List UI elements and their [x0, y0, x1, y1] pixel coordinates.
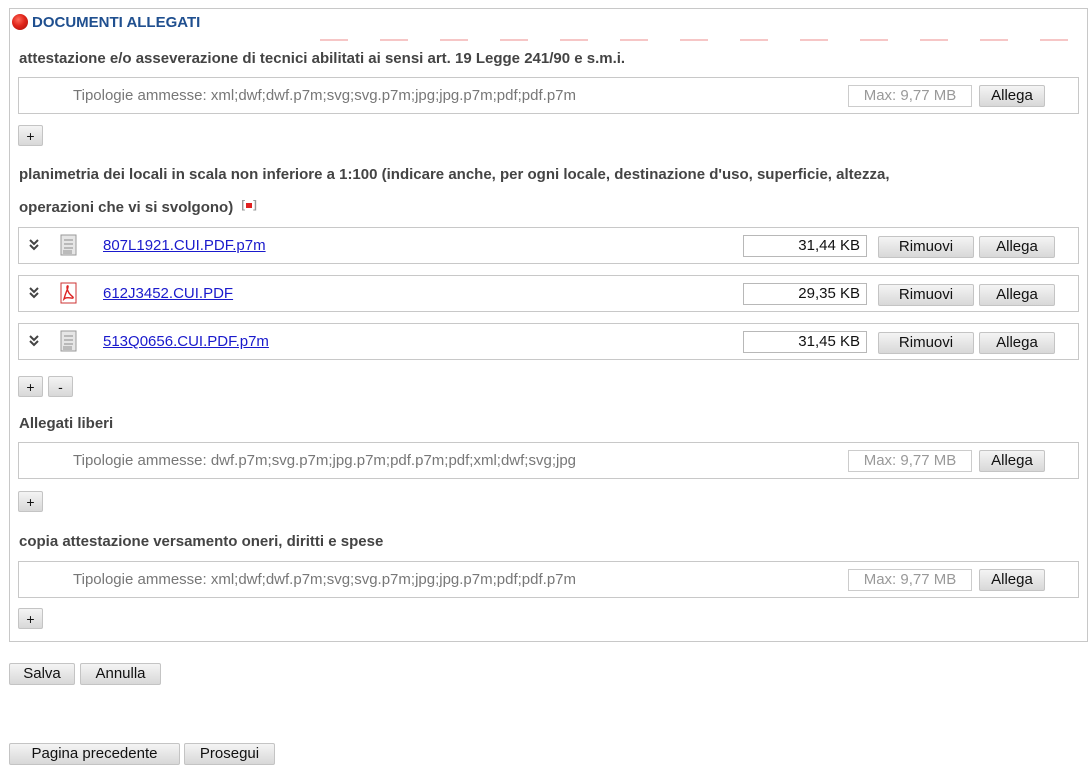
- file-size: 29,35 KB: [743, 283, 867, 305]
- attach-button[interactable]: Allega: [979, 85, 1045, 107]
- section-title-line2: operazioni che vi si svolgono): [19, 199, 234, 216]
- file-size: 31,44 KB: [743, 235, 867, 257]
- remove-row-button[interactable]: -: [48, 376, 73, 397]
- attach-button[interactable]: Allega: [979, 569, 1045, 591]
- previous-page-button[interactable]: Pagina precedente: [9, 743, 180, 765]
- signed-file-icon: [60, 234, 77, 256]
- add-row-button[interactable]: +: [18, 491, 43, 512]
- upload-row-versamento: Tipologie ammesse: xml;dwf;dwf.p7m;svg;s…: [18, 561, 1079, 598]
- section-title-versamento: copia attestazione versamento oneri, dir…: [19, 533, 384, 550]
- upload-row-allegati-liberi: Tipologie ammesse: dwf.p7m;svg.p7m;jpg.p…: [18, 442, 1079, 479]
- signed-file-icon: [60, 330, 77, 352]
- file-link[interactable]: 513Q0656.CUI.PDF.p7m: [103, 333, 269, 350]
- add-row-button[interactable]: +: [18, 125, 43, 146]
- pdf-file-icon: [60, 282, 77, 304]
- allowed-types: Tipologie ammesse: xml;dwf;dwf.p7m;svg;s…: [73, 87, 576, 104]
- file-row: 612J3452.CUI.PDF 29,35 KB Rimuovi Allega: [18, 275, 1079, 312]
- attach-button[interactable]: Allega: [979, 332, 1055, 354]
- red-status-dot-icon: [12, 14, 28, 30]
- add-row-button[interactable]: +: [18, 608, 43, 629]
- allowed-types: Tipologie ammesse: xml;dwf;dwf.p7m;svg;s…: [73, 571, 576, 588]
- remove-button[interactable]: Rimuovi: [878, 236, 974, 258]
- attachments-panel: DOCUMENTI ALLEGATI attestazione e/o asse…: [9, 8, 1088, 642]
- section-title-attestazione: attestazione e/o asseverazione di tecnic…: [19, 50, 626, 67]
- chevron-down-icon[interactable]: [27, 333, 41, 347]
- file-link[interactable]: 807L1921.CUI.PDF.p7m: [103, 237, 266, 254]
- section-title-planimetria-cont: operazioni che vi si svolgono) []: [19, 199, 257, 216]
- save-button[interactable]: Salva: [9, 663, 75, 685]
- max-size: Max: 9,77 MB: [848, 85, 972, 107]
- attach-button[interactable]: Allega: [979, 450, 1045, 472]
- file-size: 31,45 KB: [743, 331, 867, 353]
- remove-button[interactable]: Rimuovi: [878, 284, 974, 306]
- panel-header: DOCUMENTI ALLEGATI: [12, 12, 200, 32]
- max-size: Max: 9,77 MB: [848, 450, 972, 472]
- decorative-dashes: [320, 39, 1080, 41]
- panel-title: DOCUMENTI ALLEGATI: [32, 13, 201, 31]
- remove-button[interactable]: Rimuovi: [878, 332, 974, 354]
- next-button[interactable]: Prosegui: [184, 743, 275, 765]
- file-link[interactable]: 612J3452.CUI.PDF: [103, 285, 233, 302]
- file-row: 807L1921.CUI.PDF.p7m 31,44 KB Rimuovi Al…: [18, 227, 1079, 264]
- attach-button[interactable]: Allega: [979, 236, 1055, 258]
- max-size: Max: 9,77 MB: [848, 569, 972, 591]
- chevron-down-icon[interactable]: [27, 285, 41, 299]
- file-row: 513Q0656.CUI.PDF.p7m 31,45 KB Rimuovi Al…: [18, 323, 1079, 360]
- chevron-down-icon[interactable]: [27, 237, 41, 251]
- attach-button[interactable]: Allega: [979, 284, 1055, 306]
- required-marker-icon: []: [241, 199, 257, 211]
- allowed-types: Tipologie ammesse: dwf.p7m;svg.p7m;jpg.p…: [73, 452, 576, 469]
- section-title-planimetria: planimetria dei locali in scala non infe…: [19, 166, 890, 183]
- add-row-button[interactable]: +: [18, 376, 43, 397]
- cancel-button[interactable]: Annulla: [80, 663, 161, 685]
- upload-row-attestazione: Tipologie ammesse: xml;dwf;dwf.p7m;svg;s…: [18, 77, 1079, 114]
- section-title-allegati-liberi: Allegati liberi: [19, 415, 114, 432]
